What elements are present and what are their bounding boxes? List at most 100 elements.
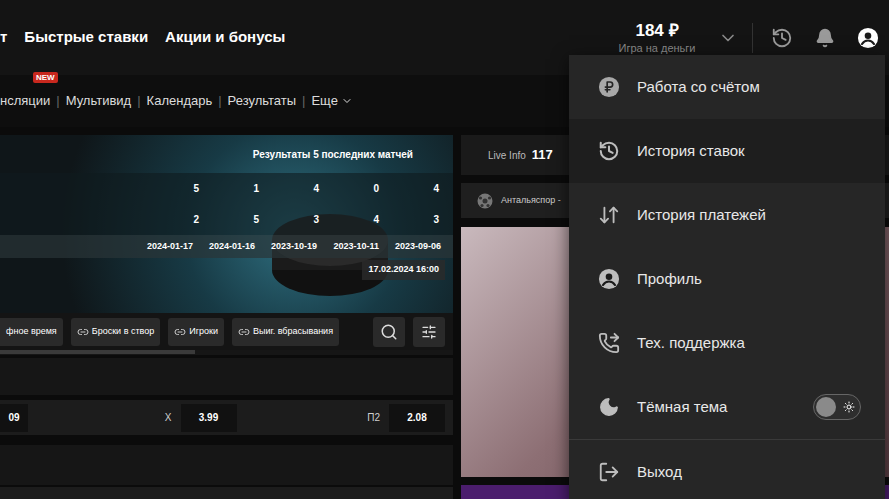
user-icon xyxy=(598,268,620,290)
filter-bar: фное время Броски в створ Игроки Выиг. вбра… xyxy=(0,313,453,350)
chevron-icon xyxy=(341,95,353,107)
balance[interactable]: 184 ₽Игра на деньги xyxy=(602,21,712,55)
top-nav-item[interactable]: т xyxy=(0,26,7,49)
results-title-row: Результаты 5 последних матчей xyxy=(0,135,453,173)
search-icon xyxy=(380,323,398,341)
score: 3 xyxy=(379,212,439,227)
top-nav: т Быстрые ставки Акции и бонусы xyxy=(0,26,285,49)
link-icon xyxy=(238,326,250,338)
score: 5 xyxy=(139,181,199,196)
history-icon[interactable] xyxy=(771,27,793,49)
filter-chip[interactable]: Броски в створ xyxy=(71,318,160,346)
separator: | xyxy=(131,91,146,111)
live-count: 117 xyxy=(532,145,553,165)
sub-nav-item[interactable]: Мультивид xyxy=(66,91,132,111)
date: 2023-10-11 xyxy=(317,240,379,254)
scrollbar-thumb[interactable] xyxy=(0,350,195,354)
phone-icon xyxy=(598,332,620,354)
score: 0 xyxy=(319,181,379,196)
menu-item-label: Тех. поддержка xyxy=(637,332,745,355)
new-badge: NEW xyxy=(33,72,58,83)
balance-amount: 184 ₽ xyxy=(635,21,678,41)
odds-value: 09 xyxy=(0,404,28,432)
menu-item-label: История ставок xyxy=(637,140,745,163)
score: 5 xyxy=(199,212,259,227)
top-nav-item[interactable]: Быстрые ставки xyxy=(24,26,148,49)
dates-row: 2024-01-172024-01-162023-10-192023-10-11… xyxy=(0,235,453,258)
odds-row: 09 X 3.99 П2 2.08 xyxy=(0,400,453,435)
link-icon xyxy=(77,326,89,338)
odds-cell[interactable]: П2 2.08 xyxy=(245,404,446,432)
menu-item-label: Тёмная тема xyxy=(637,396,727,419)
separator: | xyxy=(50,91,65,111)
score: 4 xyxy=(259,181,319,196)
moon-icon xyxy=(598,396,620,418)
filter-chip[interactable]: Игроки xyxy=(168,318,224,346)
app: т Быстрые ставки Акции и бонусы 184 ₽Игра н… xyxy=(0,0,889,499)
menu-item[interactable]: Работа со счётом xyxy=(569,55,885,119)
menu-item[interactable]: Профиль xyxy=(569,247,885,311)
match-header: Результаты 5 последних матчей51404253432… xyxy=(0,135,453,313)
history-icon xyxy=(598,140,620,162)
odds-row-empty xyxy=(0,487,453,499)
balance-mode: Игра на деньги xyxy=(619,41,696,55)
odds-value: 3.99 xyxy=(181,404,237,432)
menu-item-label: Выход xyxy=(637,461,682,484)
filter-chip[interactable]: Выиг. вбрасывания xyxy=(232,318,339,346)
match-datetime: 17.02.2024 16:00 xyxy=(362,260,445,280)
menu-item-label: История платежей xyxy=(637,204,766,227)
toggle-knob xyxy=(816,397,836,417)
score: 1 xyxy=(199,181,259,196)
menu-item[interactable]: Выход xyxy=(569,440,885,499)
sun-icon xyxy=(843,401,855,413)
score: 4 xyxy=(319,212,379,227)
separator: | xyxy=(296,91,311,111)
score: 3 xyxy=(259,212,319,227)
market-header xyxy=(0,445,453,485)
live-match-title: Антальяспор - xyxy=(501,194,561,208)
menu-item[interactable]: История ставок xyxy=(569,119,885,183)
menu-item[interactable]: Тёмная тема xyxy=(569,375,885,439)
link-icon xyxy=(174,326,186,338)
top-nav-item[interactable]: Акции и бонусы xyxy=(165,26,285,49)
menu-item[interactable]: Тех. поддержка xyxy=(569,311,885,375)
menu-item[interactable]: История платежей xyxy=(569,183,885,247)
ruble-icon xyxy=(598,76,620,98)
date: 2024-01-16 xyxy=(193,240,255,254)
top-right: 184 ₽Игра на деньги xyxy=(602,21,889,55)
divider xyxy=(752,23,753,53)
chevron-icon[interactable] xyxy=(718,28,738,48)
odds-cell[interactable]: 09 xyxy=(0,404,28,432)
sub-nav-item[interactable]: Результаты xyxy=(228,91,296,111)
account-menu: Работа со счётом История ставок История пл… xyxy=(569,55,885,499)
account-icon[interactable] xyxy=(857,27,879,49)
bell-icon[interactable] xyxy=(815,28,835,48)
sub-nav-item[interactable]: Календарь xyxy=(147,91,213,111)
scrollbar[interactable] xyxy=(0,350,453,355)
score: 4 xyxy=(379,181,439,196)
results-title: Результаты 5 последних матчей xyxy=(253,147,413,162)
menu-item-label: Работа со счётом xyxy=(637,76,760,99)
sub-nav-item[interactable]: NEWнсляции xyxy=(0,91,50,111)
filter-button[interactable] xyxy=(413,317,445,347)
filter-icon xyxy=(421,324,437,340)
market-header xyxy=(0,358,453,395)
filter-chips: фное время Броски в створ Игроки Выиг. вбра… xyxy=(0,318,365,346)
date: 2023-10-19 xyxy=(255,240,317,254)
odds-label: X xyxy=(165,410,172,425)
datetime-row: 17.02.2024 16:00 xyxy=(0,258,453,280)
live-label: Live Info xyxy=(488,148,526,163)
date: 2023-09-06 xyxy=(379,240,441,254)
results-row: 25343 xyxy=(0,204,453,235)
date: 2024-01-17 xyxy=(131,240,193,254)
logout-icon xyxy=(598,461,620,483)
ball-icon xyxy=(477,193,493,209)
search-button[interactable] xyxy=(373,317,405,347)
more-button[interactable]: Еще xyxy=(311,91,352,111)
odds-label: П2 xyxy=(367,410,380,425)
filter-chip[interactable]: фное время xyxy=(0,318,63,346)
theme-toggle[interactable] xyxy=(813,394,861,420)
odds-value: 2.08 xyxy=(389,404,445,432)
odds-cell[interactable]: X 3.99 xyxy=(36,404,237,432)
separator: | xyxy=(212,91,227,111)
